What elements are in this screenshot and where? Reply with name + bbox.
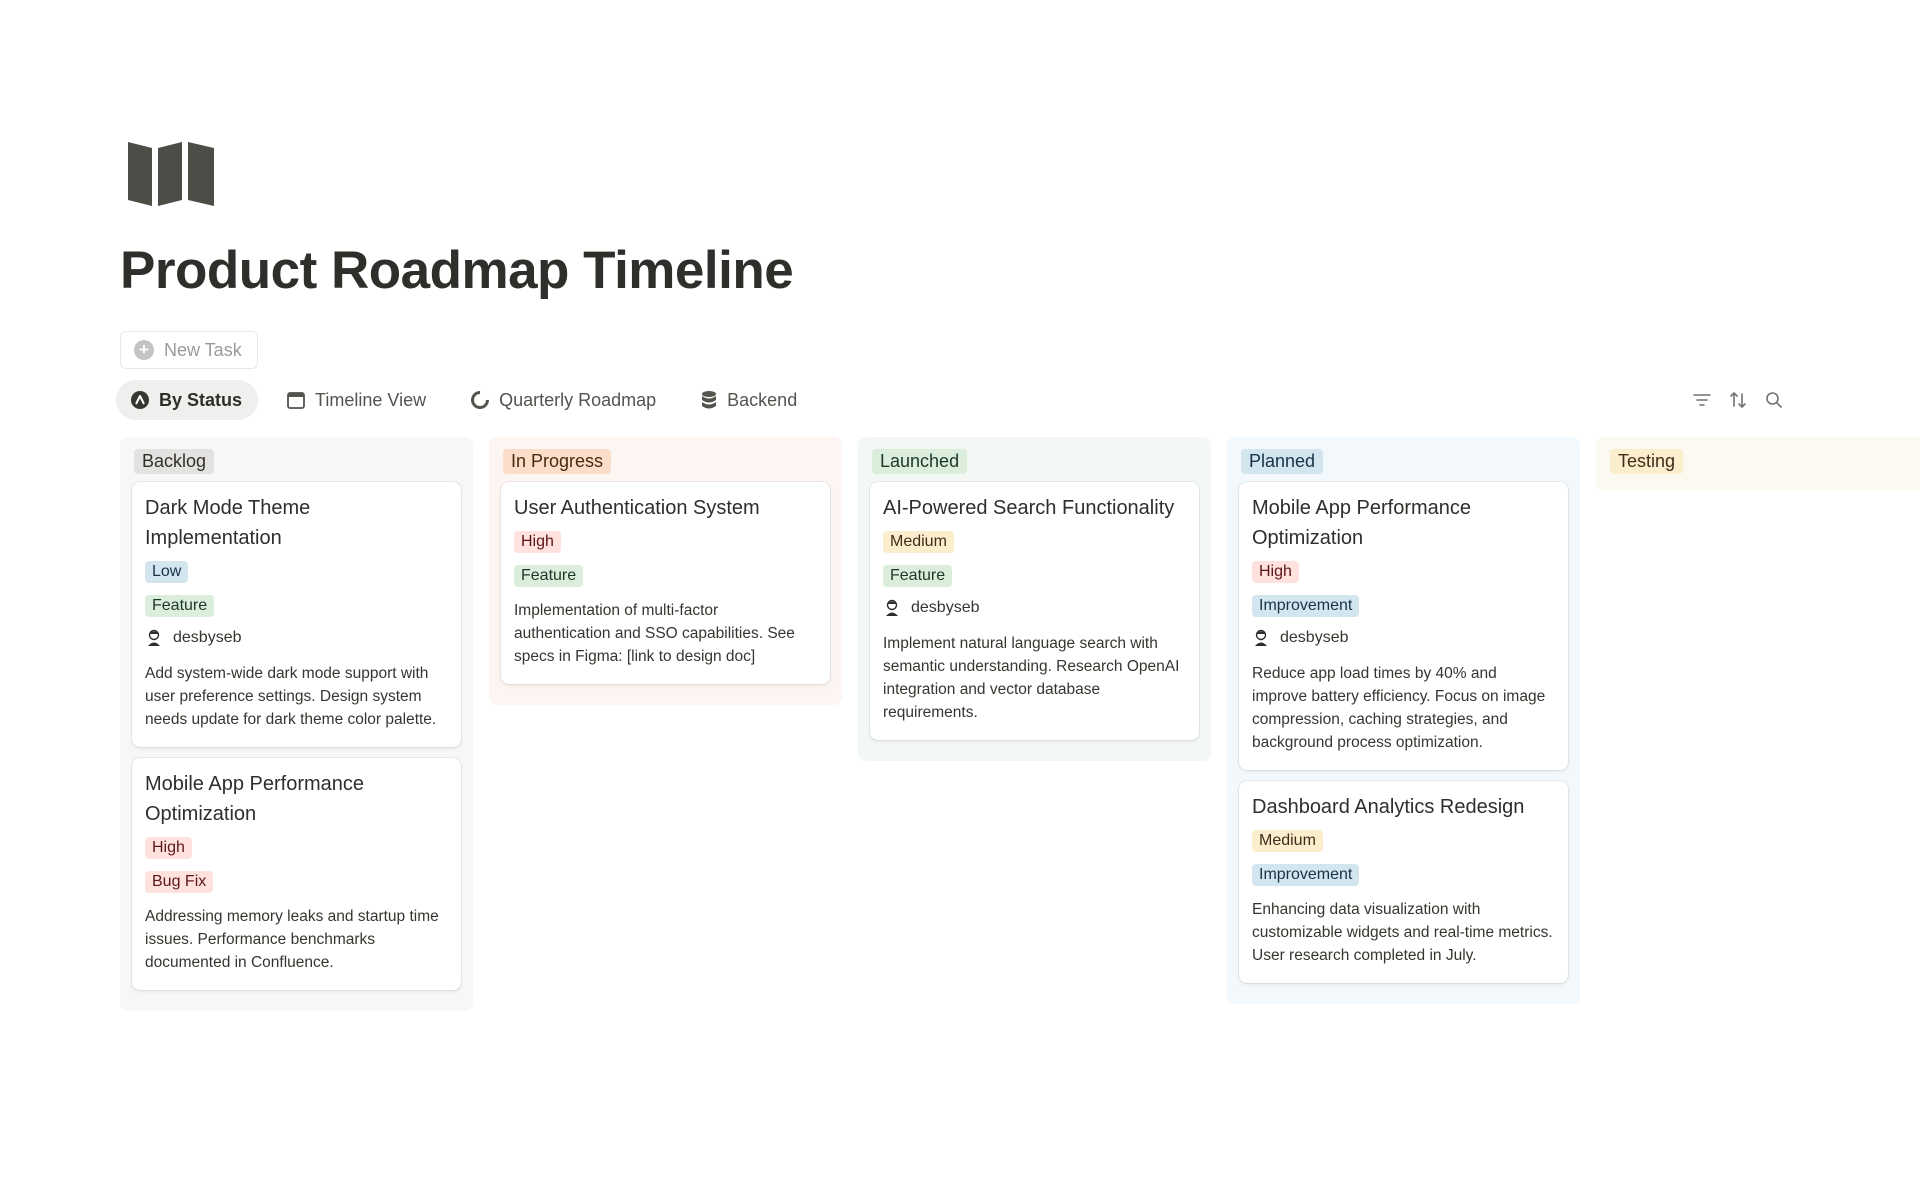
- tab-by-status[interactable]: By Status: [116, 380, 259, 420]
- task-card[interactable]: AI-Powered Search Functionality Medium F…: [870, 482, 1199, 740]
- column-label: Testing: [1610, 449, 1684, 474]
- column-label: Backlog: [134, 449, 215, 474]
- view-toolbar: [1693, 389, 1783, 411]
- view-tabs: By Status Timeline View Quarterly Roadma…: [116, 380, 813, 420]
- type-tag: Feature: [145, 595, 215, 617]
- card-description: Add system-wide dark mode support with u…: [145, 665, 437, 728]
- task-card[interactable]: Dark Mode Theme Implementation Low Featu…: [132, 482, 461, 747]
- tab-label: Backend: [727, 389, 798, 410]
- assignee: desbyseb: [1252, 629, 1555, 647]
- tab-quarterly-roadmap[interactable]: Quarterly Roadmap: [456, 380, 672, 420]
- card-description: Implementation of multi-factor authentic…: [514, 602, 795, 665]
- tab-label: Timeline View: [315, 389, 427, 410]
- type-tag: Improvement: [1252, 595, 1360, 617]
- priority-tag: Low: [145, 561, 189, 583]
- type-tag: Feature: [514, 565, 584, 587]
- search-icon[interactable]: [1765, 389, 1783, 411]
- priority-tag: High: [145, 837, 192, 859]
- priority-tag: High: [1252, 561, 1299, 583]
- assignee: desbyseb: [145, 629, 448, 647]
- tab-timeline-view[interactable]: Timeline View: [272, 380, 442, 420]
- card-title: Mobile App Performance Optimization: [1252, 497, 1472, 549]
- board-column-planned: Planned Mobile App Performance Optimizat…: [1227, 437, 1580, 1004]
- sort-icon[interactable]: [1729, 389, 1747, 411]
- avatar: [886, 599, 898, 616]
- board-column-backlog: Backlog Dark Mode Theme Implementation L…: [120, 437, 473, 1011]
- board-column-in-progress: In Progress User Authentication System H…: [489, 437, 842, 705]
- card-title: Mobile App Performance Optimization: [145, 773, 365, 825]
- card-description: Enhancing data visualization with custom…: [1252, 901, 1553, 964]
- tab-label: Quarterly Roadmap: [499, 389, 657, 410]
- avatar: [1255, 629, 1267, 646]
- assignee-name: desbyseb: [173, 629, 242, 646]
- new-task-label: New Task: [164, 339, 242, 360]
- card-title: AI-Powered Search Functionality: [883, 497, 1175, 519]
- priority-tag: Medium: [1252, 830, 1323, 852]
- plus-circle-icon: +: [134, 340, 154, 360]
- tab-label: By Status: [159, 389, 243, 410]
- assignee: desbyseb: [883, 599, 1186, 617]
- filter-icon[interactable]: [1693, 389, 1711, 411]
- type-tag: Improvement: [1252, 864, 1360, 886]
- column-label: Planned: [1241, 449, 1324, 474]
- card-title: Dark Mode Theme Implementation: [145, 497, 311, 549]
- task-card[interactable]: User Authentication System High Feature …: [501, 482, 830, 684]
- type-tag: Bug Fix: [145, 871, 214, 893]
- page-title: Product Roadmap Timeline: [120, 241, 794, 300]
- board-column-testing: Testing: [1596, 437, 1920, 490]
- card-description: Implement natural language search with s…: [883, 635, 1180, 721]
- database-icon: [702, 391, 717, 409]
- new-task-button[interactable]: + New Task: [120, 331, 258, 369]
- task-card[interactable]: Mobile App Performance Optimization High…: [132, 758, 461, 990]
- priority-tag: High: [514, 531, 561, 553]
- card-description: Addressing memory leaks and startup time…: [145, 908, 439, 971]
- priority-tag: Medium: [883, 531, 954, 553]
- status-icon: [131, 391, 149, 409]
- type-tag: Feature: [883, 565, 953, 587]
- tab-backend[interactable]: Backend: [686, 380, 813, 420]
- avatar: [148, 629, 160, 646]
- task-card[interactable]: Mobile App Performance Optimization High…: [1239, 482, 1568, 770]
- assignee-name: desbyseb: [911, 599, 980, 616]
- pie-chart-icon: [471, 390, 490, 409]
- card-description: Reduce app load times by 40% and improve…: [1252, 665, 1546, 751]
- column-label: In Progress: [503, 449, 612, 474]
- card-title: User Authentication System: [514, 497, 760, 519]
- calendar-icon: [287, 392, 305, 409]
- card-title: Dashboard Analytics Redesign: [1252, 796, 1525, 818]
- assignee-name: desbyseb: [1280, 629, 1349, 646]
- column-label: Launched: [872, 449, 968, 474]
- map-icon: [126, 140, 218, 208]
- task-card[interactable]: Dashboard Analytics Redesign Medium Impr…: [1239, 781, 1568, 983]
- board-column-launched: Launched AI-Powered Search Functionality…: [858, 437, 1211, 761]
